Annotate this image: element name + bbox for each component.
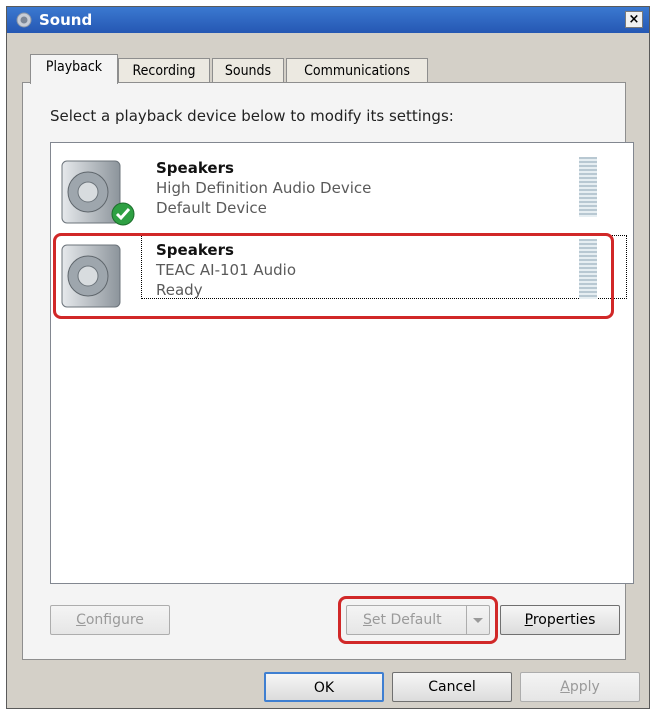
tab-communications[interactable]: Communications: [286, 58, 428, 84]
device-description: High Definition Audio Device: [156, 179, 372, 197]
close-button[interactable]: ×: [625, 11, 643, 28]
set-default-button[interactable]: Set Default: [346, 605, 490, 635]
highlight-ring-device: [53, 233, 614, 319]
tab-recording[interactable]: Recording: [118, 58, 210, 84]
properties-button[interactable]: Properties: [500, 605, 620, 635]
ok-button[interactable]: OK: [264, 672, 384, 702]
level-meter: [579, 157, 597, 217]
device-name: Speakers: [156, 159, 234, 177]
sound-app-icon: [16, 12, 32, 28]
device-list[interactable]: Speakers High Definition Audio Device De…: [50, 142, 634, 584]
window-title: Sound: [39, 11, 93, 29]
chevron-down-icon[interactable]: [466, 606, 489, 634]
instruction-text: Select a playback device below to modify…: [50, 107, 454, 125]
title-bar[interactable]: Sound ×: [7, 7, 649, 33]
tab-playback[interactable]: Playback: [30, 54, 118, 84]
configure-button[interactable]: Configure: [50, 605, 170, 635]
tab-sounds[interactable]: Sounds: [212, 58, 284, 84]
cancel-button[interactable]: Cancel: [392, 672, 512, 702]
device-status: Default Device: [156, 199, 267, 217]
close-icon: ×: [628, 12, 640, 27]
device-item[interactable]: Speakers High Definition Audio Device De…: [53, 149, 629, 229]
default-check-icon: [111, 202, 135, 226]
apply-button[interactable]: Apply: [520, 672, 640, 702]
